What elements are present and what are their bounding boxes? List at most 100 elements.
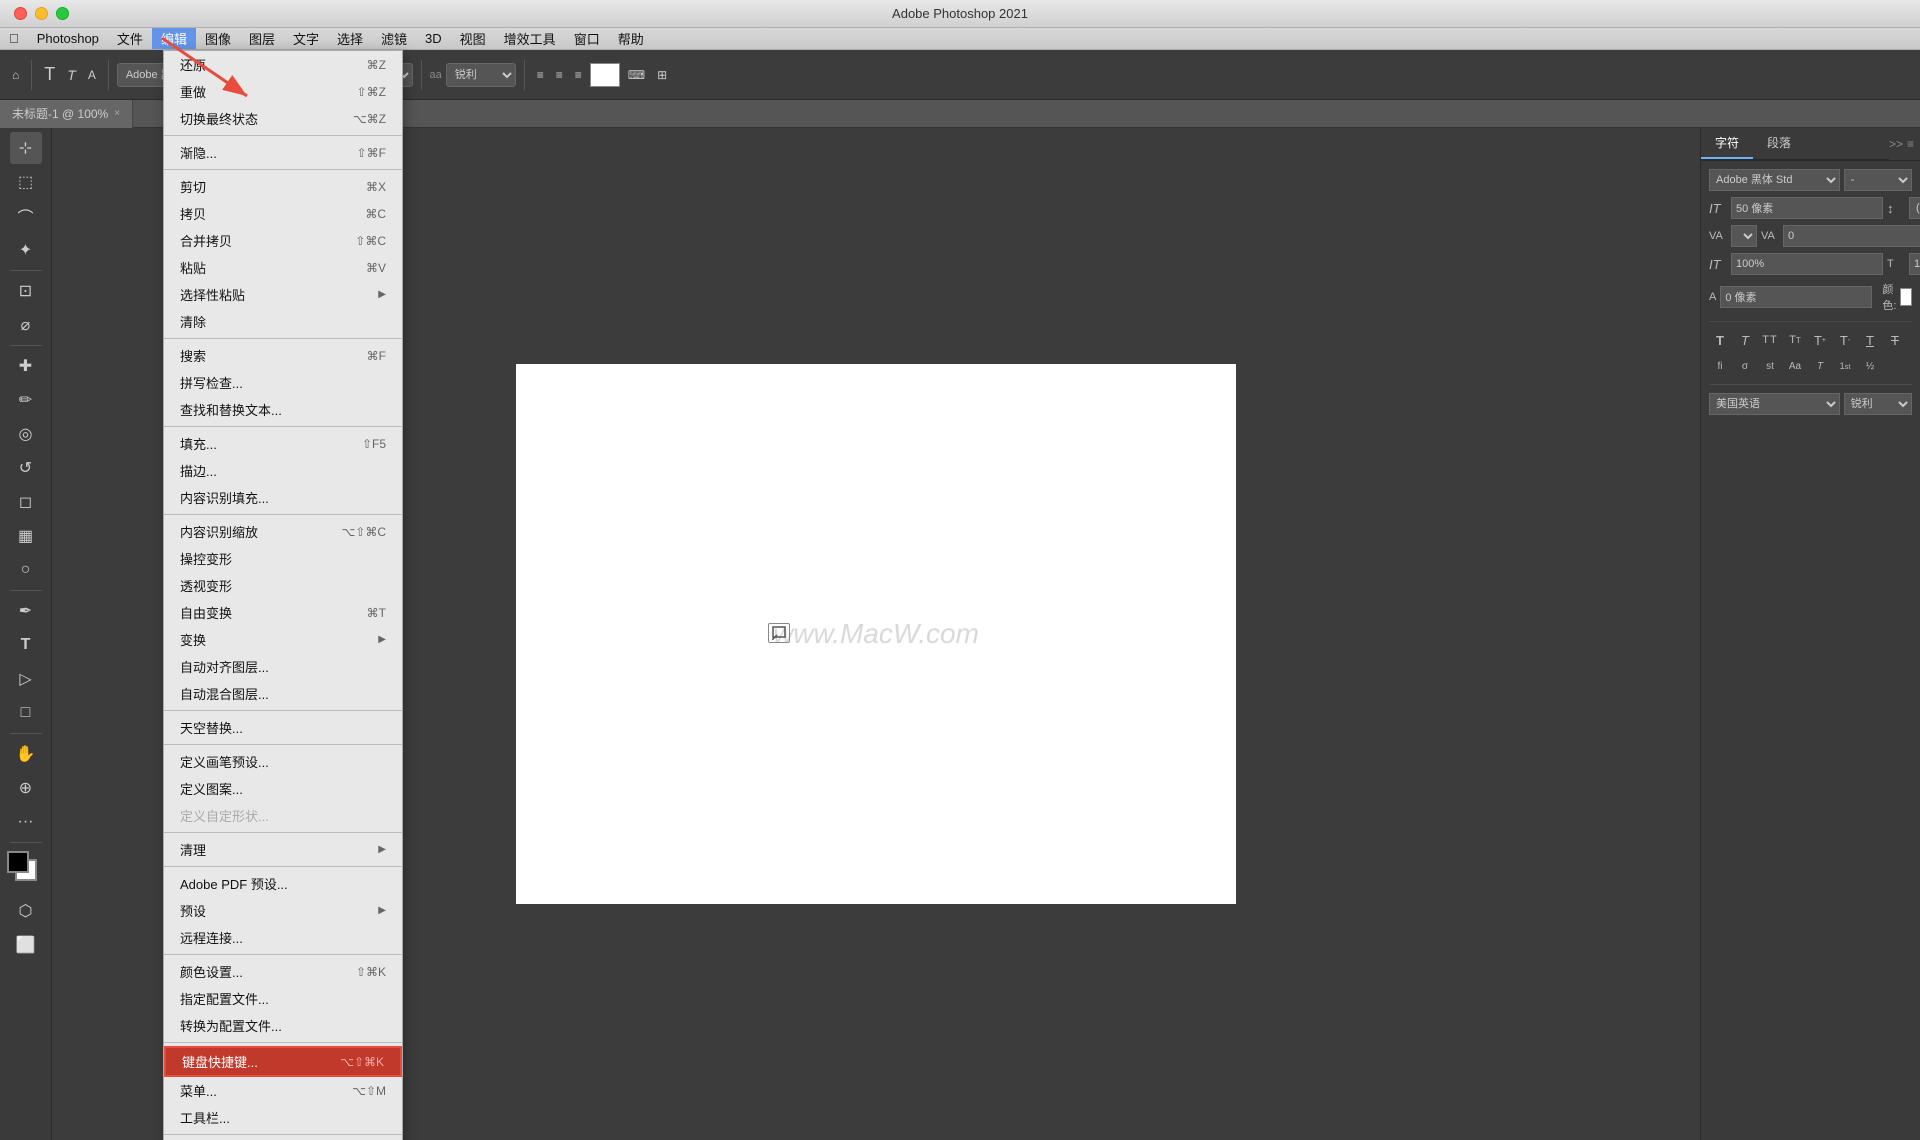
hand-tool[interactable]: ✋ <box>10 738 42 770</box>
panel-menu-icon[interactable]: ≡ <box>1907 137 1914 151</box>
align-right-button[interactable]: ≡ <box>571 66 586 84</box>
leading-select[interactable]: (自动) <box>1909 197 1920 219</box>
menu-toolbar[interactable]: 工具栏... <box>164 1104 402 1131</box>
title-button[interactable]: 1st <box>1834 356 1856 376</box>
menu-view[interactable]: 视图 <box>451 28 495 49</box>
text-style-button[interactable]: T <box>63 65 80 85</box>
ligature-button[interactable]: fi <box>1709 356 1731 376</box>
close-button[interactable] <box>14 7 27 20</box>
menu-content-aware-scale[interactable]: 内容识别缩放 ⌥⇧⌘C <box>164 518 402 545</box>
screen-mode-tool[interactable]: ⬜ <box>10 929 42 961</box>
menu-cut[interactable]: 剪切 ⌘X <box>164 173 402 200</box>
menu-keyboard-shortcuts[interactable]: 键盘快捷键... ⌥⇧⌘K <box>164 1046 402 1077</box>
menu-file[interactable]: 文件 <box>108 28 152 49</box>
hscale-input[interactable] <box>1731 253 1883 275</box>
old-style-button[interactable]: st <box>1759 356 1781 376</box>
swash-button[interactable]: T <box>1809 356 1831 376</box>
char-panel-button[interactable]: ⊞ <box>653 66 671 84</box>
bold-button[interactable]: T <box>1709 330 1731 350</box>
dodge-tool[interactable]: ○ <box>10 554 42 586</box>
home-button[interactable]: ⌂ <box>8 66 23 84</box>
color-swatches[interactable] <box>7 851 45 889</box>
history-tool[interactable]: ↺ <box>10 452 42 484</box>
panel-font-select[interactable]: Adobe 黑体 Std <box>1709 169 1840 191</box>
menu-merge-copy[interactable]: 合并拷贝 ⇧⌘C <box>164 227 402 254</box>
menu-undo[interactable]: 还原 ⌘Z <box>164 51 402 78</box>
strikethrough-button[interactable]: T <box>1884 330 1906 350</box>
baseline-input[interactable] <box>1720 286 1872 308</box>
menu-paste-special[interactable]: 选择性粘贴 ▶ <box>164 281 402 308</box>
panel-expand-icon[interactable]: >> <box>1889 137 1903 151</box>
antialiasing-select[interactable]: 锐利 <box>446 63 516 87</box>
eraser-tool[interactable]: ◻ <box>10 486 42 518</box>
lang-select[interactable]: 美国英语 <box>1709 393 1840 415</box>
menu-text[interactable]: 文字 <box>284 28 328 49</box>
menu-define-shape[interactable]: 定义自定形状... <box>164 802 402 829</box>
menu-define-brush[interactable]: 定义画笔预设... <box>164 748 402 775</box>
clone-tool[interactable]: ◎ <box>10 418 42 450</box>
ordinal-button[interactable]: Aa <box>1784 356 1806 376</box>
menu-redo[interactable]: 重做 ⇧⌘Z <box>164 78 402 105</box>
eyedropper-tool[interactable]: ⌀ <box>10 309 42 341</box>
fraction-button[interactable]: ½ <box>1859 356 1881 376</box>
kerning-select[interactable] <box>1731 225 1757 247</box>
foreground-color[interactable] <box>7 851 29 873</box>
shape-tool[interactable]: □ <box>10 697 42 729</box>
menu-photoshop[interactable]: Photoshop <box>28 28 108 49</box>
align-center-button[interactable]: ≡ <box>552 66 567 84</box>
gradient-tool[interactable]: ▦ <box>10 520 42 552</box>
underline-button[interactable]: T <box>1859 330 1881 350</box>
menu-image[interactable]: 图像 <box>196 28 240 49</box>
menu-convert-profile[interactable]: 转换为配置文件... <box>164 1012 402 1039</box>
vscale-input[interactable] <box>1909 253 1920 275</box>
menu-fill[interactable]: 填充... ⇧F5 <box>164 430 402 457</box>
menu-transform[interactable]: 变换 ▶ <box>164 626 402 653</box>
text-aa-button[interactable]: A <box>84 66 100 84</box>
menu-clear[interactable]: 清除 <box>164 308 402 335</box>
menu-paste[interactable]: 粘贴 ⌘V <box>164 254 402 281</box>
menu-copy[interactable]: 拷贝 ⌘C <box>164 200 402 227</box>
text-color-swatch[interactable] <box>590 63 620 87</box>
menu-remote[interactable]: 远程连接... <box>164 924 402 951</box>
selection-tool[interactable]: ⬚ <box>10 166 42 198</box>
allcaps-button[interactable]: TT <box>1759 330 1781 350</box>
menu-fade[interactable]: 渐隐... ⇧⌘F <box>164 139 402 166</box>
char-color-swatch[interactable] <box>1900 288 1912 306</box>
menu-perspective-warp[interactable]: 透视变形 <box>164 572 402 599</box>
superscript-button[interactable]: T+ <box>1809 330 1831 350</box>
menu-spell-check[interactable]: 拼写检查... <box>164 369 402 396</box>
path-tool[interactable]: ▷ <box>10 663 42 695</box>
menu-content-aware-fill[interactable]: 内容识别填充... <box>164 484 402 511</box>
menu-color-settings[interactable]: 颜色设置... ⇧⌘K <box>164 958 402 985</box>
menu-auto-align[interactable]: 自动对齐图层... <box>164 653 402 680</box>
document-tab[interactable]: 未标题-1 @ 100% × <box>0 100 133 128</box>
menu-auto-blend[interactable]: 自动混合图层... <box>164 680 402 707</box>
sigma-button[interactable]: σ <box>1734 356 1756 376</box>
menu-menus[interactable]: 菜单... ⌥⇧M <box>164 1077 402 1104</box>
align-left-button[interactable]: ≡ <box>533 66 548 84</box>
menu-window[interactable]: 窗口 <box>565 28 609 49</box>
subscript-button[interactable]: T- <box>1834 330 1856 350</box>
tab-character[interactable]: 字符 <box>1701 128 1753 159</box>
lasso-tool[interactable]: ⌒ <box>10 200 42 232</box>
menu-3d[interactable]: 3D <box>416 28 451 49</box>
magic-wand-tool[interactable]: ✦ <box>10 234 42 266</box>
menu-enhance[interactable]: 增效工具 <box>495 28 565 49</box>
menu-layer[interactable]: 图层 <box>240 28 284 49</box>
menu-help[interactable]: 帮助 <box>609 28 653 49</box>
quick-mask-tool[interactable]: ⬡ <box>10 895 42 927</box>
crop-tool[interactable]: ⊡ <box>10 275 42 307</box>
menu-free-transform[interactable]: 自由变换 ⌘T <box>164 599 402 626</box>
menu-apple[interactable]:  <box>0 28 28 49</box>
menu-search[interactable]: 搜索 ⌘F <box>164 342 402 369</box>
menu-assign-profile[interactable]: 指定配置文件... <box>164 985 402 1012</box>
warp-text-button[interactable]: ⌨ <box>624 66 649 84</box>
menu-preset[interactable]: 预设 ▶ <box>164 897 402 924</box>
sharp-select[interactable]: 锐利 <box>1844 393 1912 415</box>
maximize-button[interactable] <box>56 7 69 20</box>
more-tools[interactable]: ··· <box>10 806 42 838</box>
menu-filter[interactable]: 滤镜 <box>372 28 416 49</box>
brush-tool[interactable]: ✏ <box>10 384 42 416</box>
pen-tool[interactable]: ✒ <box>10 595 42 627</box>
zoom-tool[interactable]: ⊕ <box>10 772 42 804</box>
